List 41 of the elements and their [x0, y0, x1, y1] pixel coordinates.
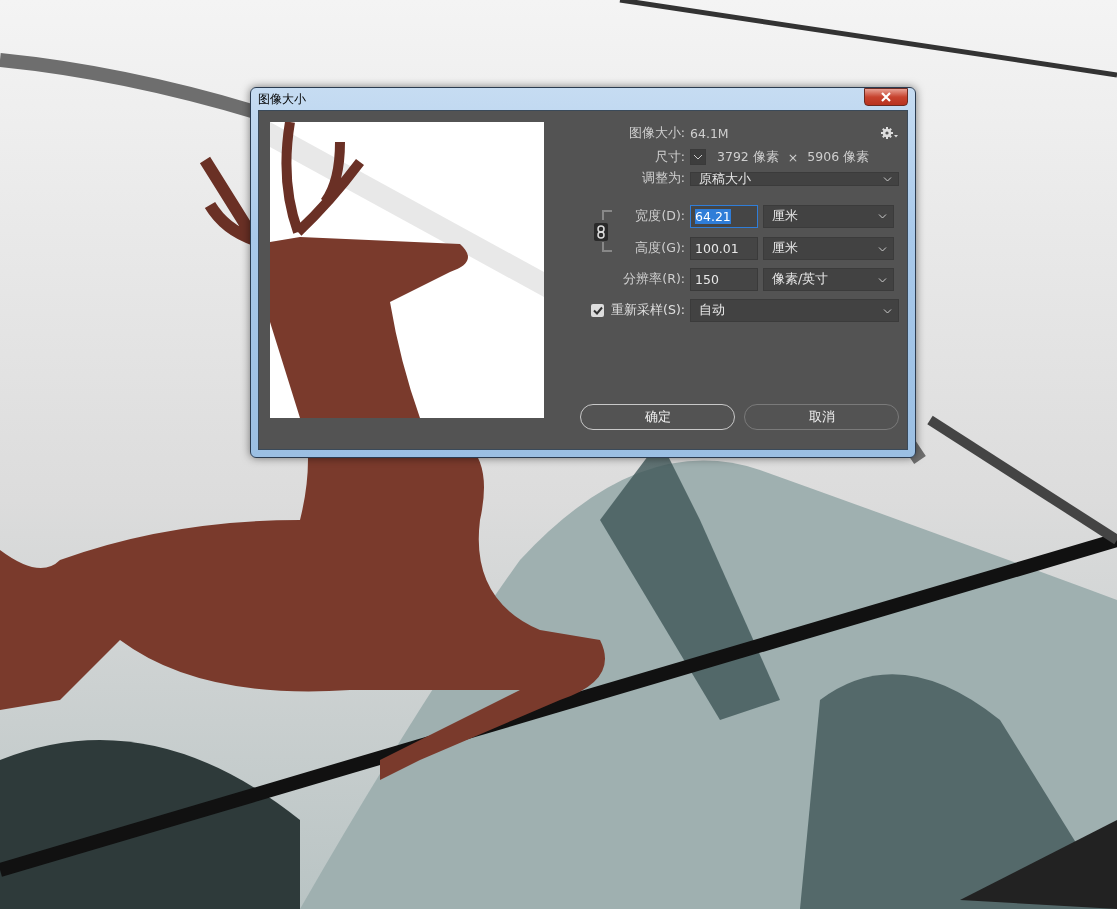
dialog-button[interactable]: 取消: [744, 404, 899, 430]
window-title: 图像大小: [258, 90, 306, 108]
number-input[interactable]: 100.01: [690, 237, 758, 260]
pixel-height-value: 5906 像素: [807, 148, 870, 166]
fit-to-dropdown[interactable]: 原稿大小: [690, 171, 899, 186]
unit-dropdown[interactable]: 厘米: [763, 204, 894, 228]
resample-label: 重新采样(S):: [611, 302, 685, 319]
chevron-icon: [878, 246, 887, 252]
number-input[interactable]: 64.21: [690, 204, 758, 228]
dimensions-unit-dropdown[interactable]: [690, 149, 706, 165]
dialog-button[interactable]: 确定: [580, 404, 735, 430]
times-sign: ×: [787, 149, 799, 165]
constrain-proportions-toggle[interactable]: [594, 223, 608, 241]
settings-button[interactable]: [881, 127, 899, 139]
link-bracket: [602, 210, 612, 220]
number-input[interactable]: 150: [690, 268, 758, 291]
link-bracket: [602, 242, 612, 252]
unit-dropdown[interactable]: 厘米: [763, 237, 894, 260]
field-label: 宽度(D):: [634, 207, 685, 225]
resample-checkbox[interactable]: [591, 304, 605, 317]
field-label: 高度(G):: [634, 240, 685, 257]
image-size-label: 图像大小:: [627, 124, 685, 142]
chevron-icon: [883, 176, 892, 182]
dimensions-label: 尺寸:: [653, 148, 685, 166]
resample-dropdown[interactable]: 自动: [690, 299, 899, 322]
chevron-icon: [693, 154, 703, 160]
fit-to-label: 调整为:: [640, 170, 685, 187]
chain-link-icon: [597, 225, 605, 239]
chevron-icon: [878, 277, 887, 283]
field-label: 分辨率(R):: [622, 271, 685, 288]
settings-icon: [881, 127, 899, 139]
image-size-value: 64.1M: [690, 125, 729, 141]
close-icon: [880, 92, 892, 102]
input-value: 150: [695, 272, 719, 287]
chevron-icon: [883, 308, 892, 314]
chevron-icon: [878, 214, 887, 219]
unit-dropdown[interactable]: 像素/英寸: [763, 268, 894, 291]
input-value: 100.01: [695, 241, 739, 256]
input-value: 64.21: [695, 208, 731, 224]
close-button[interactable]: [864, 88, 908, 106]
pixel-width-value: 3792 像素: [717, 148, 779, 166]
